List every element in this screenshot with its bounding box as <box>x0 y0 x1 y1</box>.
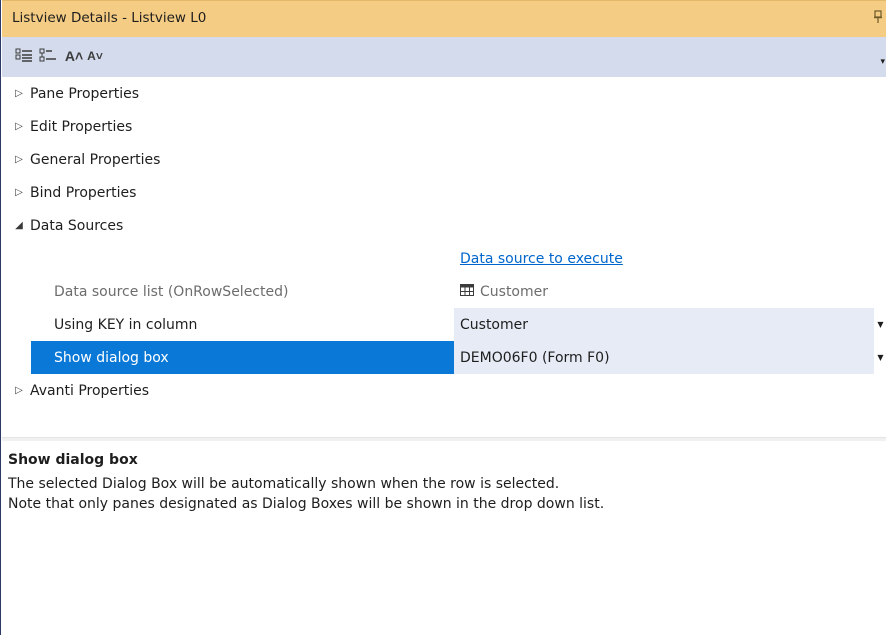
description-text-line: Note that only panes designated as Dialo… <box>8 496 605 512</box>
description-text-line: The selected Dialog Box will be automati… <box>8 476 560 492</box>
decrease-font-button[interactable]: A˅ <box>86 45 104 67</box>
description-title: Show dialog box <box>8 452 138 468</box>
property-row-show-dialog-box: Show dialog box DEMO06F0 (Form F0) ▼ <box>2 341 886 374</box>
pin-icon[interactable] <box>873 10 883 28</box>
category-bind-properties[interactable]: ▷ Bind Properties <box>2 176 886 209</box>
expand-arrow-icon[interactable]: ▷ <box>2 385 30 396</box>
alphabetical-view-icon[interactable] <box>38 45 58 67</box>
property-name[interactable]: Using KEY in column <box>31 308 454 341</box>
expand-arrow-icon[interactable]: ▷ <box>2 121 30 132</box>
category-label: General Properties <box>30 151 161 168</box>
category-label: Pane Properties <box>30 85 140 102</box>
property-value-text: Customer <box>480 283 549 300</box>
dropdown-arrow-icon[interactable]: ▼ <box>874 341 886 374</box>
description-panel: Show dialog box The selected Dialog Box … <box>2 441 886 635</box>
toolbar-overflow-icon[interactable]: ▾ <box>880 57 885 67</box>
data-source-link-row: Data source to execute <box>2 242 886 275</box>
expand-arrow-icon[interactable]: ▷ <box>2 187 30 198</box>
category-data-sources[interactable]: ◢ Data Sources <box>2 209 886 242</box>
title-bar: Listview Details - Listview L0 <box>2 0 886 37</box>
categorized-view-icon[interactable] <box>14 45 34 67</box>
property-value: Customer <box>454 275 874 308</box>
property-window: Listview Details - Listview L0 A˄ A˅ ▾ ▷… <box>0 0 886 635</box>
data-source-link-cell: Data source to execute <box>454 242 874 275</box>
category-edit-properties[interactable]: ▷ Edit Properties <box>2 110 886 143</box>
property-name: Data source list (OnRowSelected) <box>54 283 289 300</box>
toolbar: A˄ A˅ ▾ <box>2 37 886 77</box>
category-label: Bind Properties <box>30 184 137 201</box>
category-label: Edit Properties <box>30 118 133 135</box>
data-source-to-execute-link[interactable]: Data source to execute <box>460 251 623 267</box>
property-name[interactable]: Show dialog box <box>31 341 454 374</box>
category-label: Data Sources <box>30 217 124 234</box>
window-title: Listview Details - Listview L0 <box>12 10 207 26</box>
property-row-using-key: Using KEY in column Customer ▼ <box>2 308 886 341</box>
category-label: Avanti Properties <box>30 382 150 399</box>
expand-arrow-icon[interactable]: ▷ <box>2 88 30 99</box>
category-general-properties[interactable]: ▷ General Properties <box>2 143 886 176</box>
increase-font-button[interactable]: A˄ <box>65 45 83 67</box>
category-avanti-properties[interactable]: ▷ Avanti Properties <box>2 374 886 407</box>
category-pane-properties[interactable]: ▷ Pane Properties <box>2 77 886 110</box>
property-value-dropdown[interactable]: DEMO06F0 (Form F0) <box>454 341 874 374</box>
collapse-arrow-icon[interactable]: ◢ <box>2 220 30 231</box>
property-grid: ▷ Pane Properties ▷ Edit Properties ▷ Ge… <box>2 77 886 437</box>
property-value-dropdown[interactable]: Customer <box>454 308 874 341</box>
dropdown-arrow-icon[interactable]: ▼ <box>874 308 886 341</box>
expand-arrow-icon[interactable]: ▷ <box>2 154 30 165</box>
table-icon <box>460 283 474 300</box>
property-row-data-source-list: Data source list (OnRowSelected) Custome… <box>2 275 886 308</box>
